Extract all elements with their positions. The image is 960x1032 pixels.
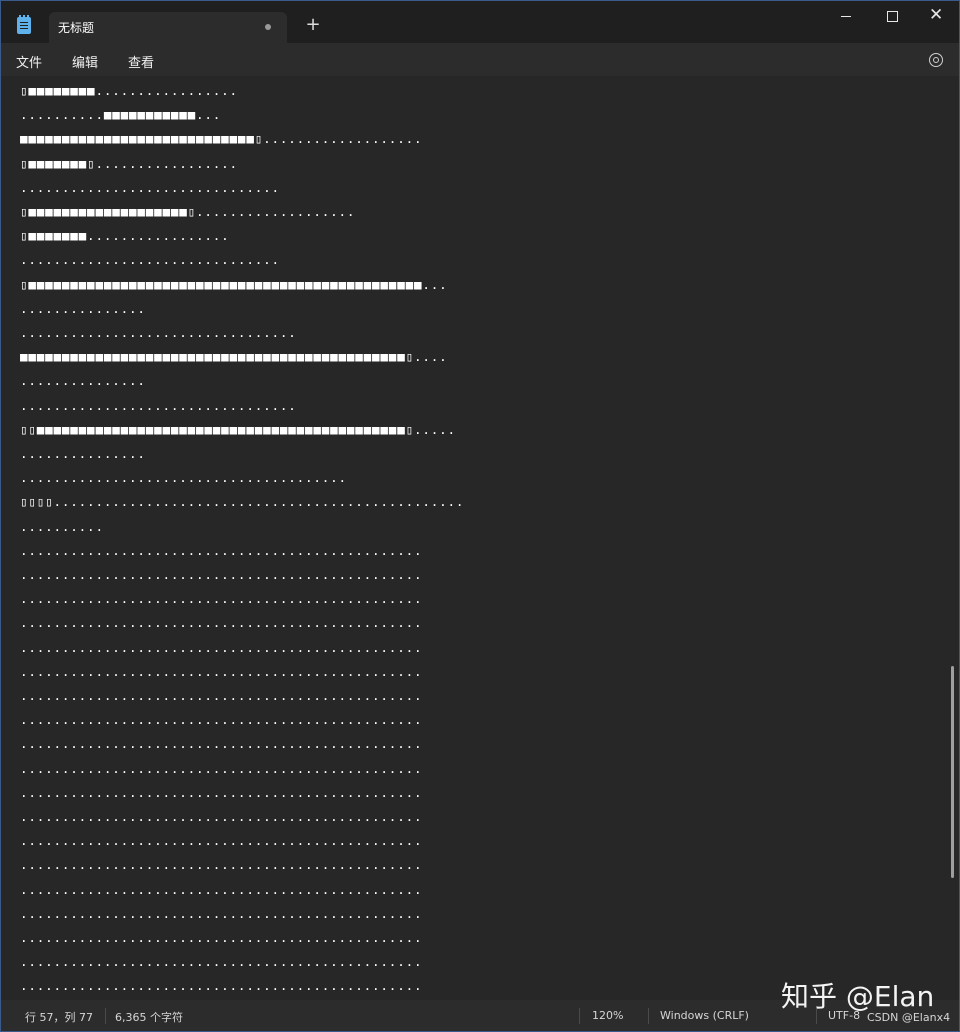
editor-line: ▯■■■■■■■■■■■■■■■■■■■■■■■■■■■■■■■■■■■■■■■…	[20, 276, 448, 292]
editor-line: ........................................…	[20, 857, 423, 873]
maximize-icon	[887, 11, 898, 22]
tab-title: 无标题	[58, 21, 95, 35]
editor-line: ........................................…	[20, 591, 423, 607]
editor-line: ........................................…	[20, 688, 423, 703]
editor-line: .................................	[20, 325, 297, 340]
editor-line: ...............	[20, 373, 146, 389]
editor-line: ..........■■■■■■■■■■■...	[20, 107, 222, 123]
editor-line: ..........	[20, 518, 104, 534]
menu-bar: 文件 编辑 查看	[1, 43, 959, 76]
editor-line: ▯■■■■■■■.................	[20, 228, 230, 244]
menu-view[interactable]: 查看	[128, 52, 154, 71]
editor-line: ...............................	[20, 179, 280, 195]
zoom-level[interactable]: 120%	[592, 1009, 623, 1022]
editor-line: ........................................…	[20, 978, 423, 994]
editor-line: .................................	[20, 397, 297, 413]
minimize-button[interactable]	[823, 1, 869, 33]
status-divider	[648, 1008, 649, 1024]
unsaved-dot-icon[interactable]	[265, 24, 271, 30]
editor-line: ........................................…	[20, 833, 423, 849]
maximize-button[interactable]	[869, 1, 915, 33]
title-bar: 无标题 + ✕	[1, 1, 959, 43]
editor-line: ■■■■■■■■■■■■■■■■■■■■■■■■■■■■▯...........…	[20, 131, 423, 147]
new-tab-button[interactable]: +	[303, 15, 323, 35]
editor-line: ........................................…	[20, 930, 423, 945]
editor-line: ........................................…	[20, 663, 423, 679]
editor-line: ........................................…	[20, 712, 423, 728]
editor-line: ........................................…	[20, 736, 423, 752]
editor-line: ...............................	[20, 252, 280, 268]
settings-gear-icon[interactable]	[929, 53, 943, 67]
cursor-position: 行 57，列 77	[25, 1011, 93, 1024]
editor-line: ▯■■■■■■■▯.................	[20, 155, 238, 171]
status-divider	[105, 1008, 106, 1024]
csdn-watermark: CSDN @Elanx4	[867, 1011, 951, 1024]
text-editor-area[interactable]: ▯■■■■■■■■................. ..........■■■■…	[1, 76, 959, 1000]
close-icon: ✕	[929, 5, 944, 25]
editor-line: ........................................…	[20, 639, 423, 655]
vertical-scrollbar[interactable]	[951, 666, 954, 878]
editor-line: ▯▯▯▯....................................…	[20, 494, 465, 510]
zhihu-watermark: 知乎 @Elan	[781, 980, 935, 1013]
editor-line: ........................................…	[20, 784, 423, 800]
notepad-window: 无标题 + ✕ 文件 编辑 查看 ▯■■■■■■■■..............…	[0, 0, 960, 1032]
editor-line: ........................................…	[20, 615, 423, 631]
editor-line: ........................................…	[20, 881, 423, 897]
editor-line: ........................................…	[20, 542, 423, 558]
tab-untitled[interactable]: 无标题	[49, 12, 287, 43]
notepad-app-icon	[17, 15, 31, 34]
editor-line: ...............	[20, 446, 146, 461]
line-ending[interactable]: Windows (CRLF)	[660, 1009, 749, 1022]
editor-line: ▯■■■■■■■■.................	[20, 83, 238, 98]
editor-line: ........................................…	[20, 954, 423, 970]
menu-edit[interactable]: 编辑	[72, 52, 98, 71]
editor-line: ........................................…	[20, 760, 423, 776]
character-count: 6,365 个字符	[115, 1011, 183, 1024]
editor-line: ...............	[20, 300, 146, 316]
editor-line: ▯▯■■■■■■■■■■■■■■■■■■■■■■■■■■■■■■■■■■■■■■…	[20, 421, 456, 437]
editor-line: ▯■■■■■■■■■■■■■■■■■■■▯...................	[20, 204, 356, 219]
status-divider	[579, 1008, 580, 1024]
editor-line: ........................................…	[20, 809, 423, 824]
editor-line: ........................................…	[20, 567, 423, 582]
menu-file[interactable]: 文件	[16, 52, 42, 71]
minimize-icon	[841, 16, 851, 17]
close-button[interactable]: ✕	[914, 1, 959, 33]
editor-line: ■■■■■■■■■■■■■■■■■■■■■■■■■■■■■■■■■■■■■■■■…	[20, 349, 448, 365]
editor-line: .......................................	[20, 470, 347, 486]
editor-line: ........................................…	[20, 905, 423, 921]
